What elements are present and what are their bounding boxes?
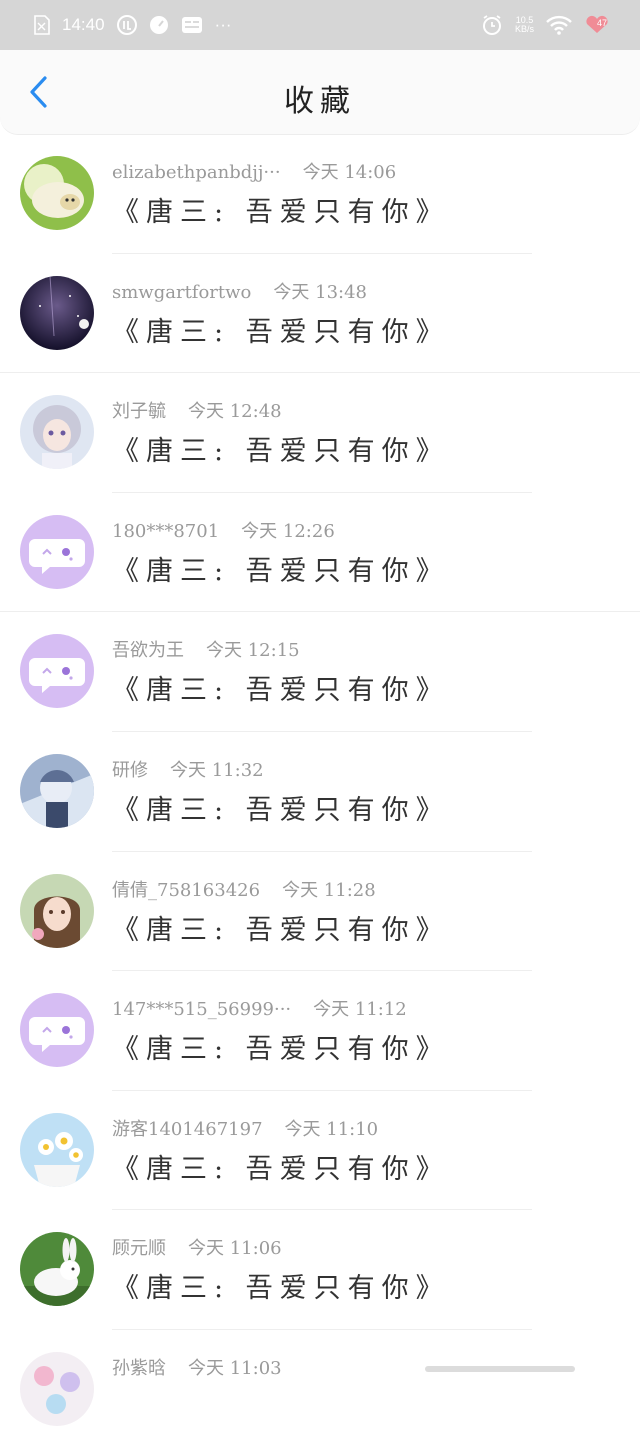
- item-meta: elizabethpanbdjj··· 今天 14:06: [112, 158, 396, 184]
- favorite-message[interactable]: 《唐三: 吾爱只有你》: [112, 1027, 450, 1066]
- wifi-icon: [546, 15, 572, 35]
- user-name[interactable]: smwgartfortwo: [112, 282, 251, 303]
- favorite-message[interactable]: 《唐三: 吾爱只有你》: [112, 908, 450, 947]
- list-item[interactable]: 顾元顺 今天 11:06 《唐三: 吾爱只有你》: [0, 1210, 640, 1330]
- favorites-list: elizabethpanbdjj··· 今天 14:06 《唐三: 吾爱只有你》 …: [0, 134, 640, 1450]
- flowers-avatar[interactable]: [20, 1351, 94, 1426]
- more-notifications: ···: [214, 15, 232, 34]
- sim-icon: [34, 15, 50, 35]
- timestamp: 今天 13:48: [273, 281, 367, 303]
- list-item[interactable]: 游客1401467197 今天 11:10 《唐三: 吾爱只有你》: [0, 1091, 640, 1211]
- timestamp: 今天 11:06: [188, 1238, 282, 1260]
- favorite-message[interactable]: 《唐三: 吾爱只有你》: [112, 1266, 450, 1305]
- network-speed: 10.5 KB/s: [514, 15, 534, 34]
- item-meta: 吾欲为王 今天 12:15: [112, 636, 300, 662]
- message-app-icon: [181, 15, 203, 35]
- user-name[interactable]: elizabethpanbdjj···: [112, 162, 281, 183]
- item-meta: smwgartfortwo 今天 13:48: [112, 278, 367, 304]
- user-name[interactable]: 游客1401467197: [112, 1119, 263, 1140]
- daisy-flowers-avatar[interactable]: [20, 1112, 94, 1187]
- lamb-photo-avatar[interactable]: [20, 156, 94, 230]
- user-name[interactable]: 180***8701: [112, 521, 219, 542]
- list-item[interactable]: 孙紫晗 今天 11:03: [0, 1330, 640, 1450]
- user-name[interactable]: 研修: [112, 760, 148, 781]
- favorite-message[interactable]: 《唐三: 吾爱只有你》: [112, 668, 450, 707]
- favorite-message[interactable]: 《唐三: 吾爱只有你》: [112, 788, 450, 827]
- page-title: 收藏: [284, 84, 356, 119]
- default-chat-avatar[interactable]: [20, 634, 94, 709]
- timestamp: 今天 11:32: [170, 759, 264, 781]
- default-chat-avatar[interactable]: [20, 514, 94, 589]
- user-name[interactable]: 孙紫晗: [112, 1358, 166, 1379]
- timestamp: 今天 11:12: [313, 999, 407, 1021]
- item-meta: 倩倩_758163426 今天 11:28: [112, 876, 376, 902]
- list-item[interactable]: 吾欲为王 今天 12:15 《唐三: 吾爱只有你》: [0, 612, 640, 732]
- item-meta: 刘子毓 今天 12:48: [112, 397, 282, 423]
- status-time: 14:40: [62, 15, 105, 34]
- user-name[interactable]: 吾欲为王: [112, 640, 184, 661]
- item-meta: 孙紫晗 今天 11:03: [112, 1354, 282, 1380]
- favorite-message[interactable]: 《唐三: 吾爱只有你》: [112, 549, 450, 588]
- item-meta: 180***8701 今天 12:26: [112, 517, 335, 543]
- app-notification-icon: [116, 15, 137, 35]
- favorite-message[interactable]: 《唐三: 吾爱只有你》: [112, 310, 450, 349]
- alarm-icon: [481, 14, 503, 36]
- item-meta: 147***515_56999··· 今天 11:12: [112, 995, 407, 1021]
- anime-girl-avatar[interactable]: [20, 395, 94, 470]
- user-name[interactable]: 顾元顺: [112, 1238, 166, 1259]
- default-chat-avatar[interactable]: [20, 993, 94, 1068]
- list-item[interactable]: elizabethpanbdjj··· 今天 14:06 《唐三: 吾爱只有你》: [0, 134, 640, 254]
- speedometer-icon: [149, 15, 169, 35]
- list-item[interactable]: smwgartfortwo 今天 13:48 《唐三: 吾爱只有你》: [0, 254, 640, 374]
- bottom-scroll-indicator: [425, 1366, 575, 1372]
- list-item[interactable]: 180***8701 今天 12:26 《唐三: 吾爱只有你》: [0, 493, 640, 613]
- favorite-message[interactable]: 《唐三: 吾爱只有你》: [112, 1147, 450, 1186]
- user-name[interactable]: 倩倩_758163426: [112, 880, 260, 901]
- list-item[interactable]: 147***515_56999··· 今天 11:12 《唐三: 吾爱只有你》: [0, 971, 640, 1091]
- night-sky-avatar[interactable]: [20, 275, 94, 350]
- favorite-message[interactable]: 《唐三: 吾爱只有你》: [112, 429, 450, 468]
- item-meta: 顾元顺 今天 11:06: [112, 1234, 282, 1260]
- timestamp: 今天 11:28: [282, 879, 376, 901]
- user-name[interactable]: 147***515_56999···: [112, 999, 291, 1020]
- item-meta: 游客1401467197 今天 11:10: [112, 1115, 378, 1141]
- user-name[interactable]: 刘子毓: [112, 401, 166, 422]
- timestamp: 今天 14:06: [302, 162, 397, 183]
- list-item[interactable]: 刘子毓 今天 12:48 《唐三: 吾爱只有你》: [0, 373, 640, 493]
- timestamp: 今天 12:15: [206, 640, 300, 662]
- list-item[interactable]: 研修 今天 11:32 《唐三: 吾爱只有你》: [0, 732, 640, 852]
- timestamp: 今天 11:03: [188, 1357, 282, 1379]
- favorite-message[interactable]: 《唐三: 吾爱只有你》: [112, 190, 450, 229]
- white-rabbit-avatar[interactable]: [20, 1232, 94, 1307]
- app-header: 收藏: [0, 50, 640, 135]
- timestamp: 今天 12:48: [188, 401, 282, 423]
- list-item[interactable]: 倩倩_758163426 今天 11:28 《唐三: 吾爱只有你》: [0, 852, 640, 972]
- timestamp: 今天 12:26: [241, 520, 335, 542]
- item-meta: 研修 今天 11:32: [112, 756, 264, 782]
- timestamp: 今天 11:10: [284, 1118, 379, 1140]
- anime-boy-avatar[interactable]: [20, 753, 94, 828]
- portrait-girl-avatar[interactable]: [20, 873, 94, 948]
- battery-heart-icon: 47: [584, 15, 610, 35]
- status-bar: 14:40 ··· 10.5 KB/s 47: [0, 0, 640, 50]
